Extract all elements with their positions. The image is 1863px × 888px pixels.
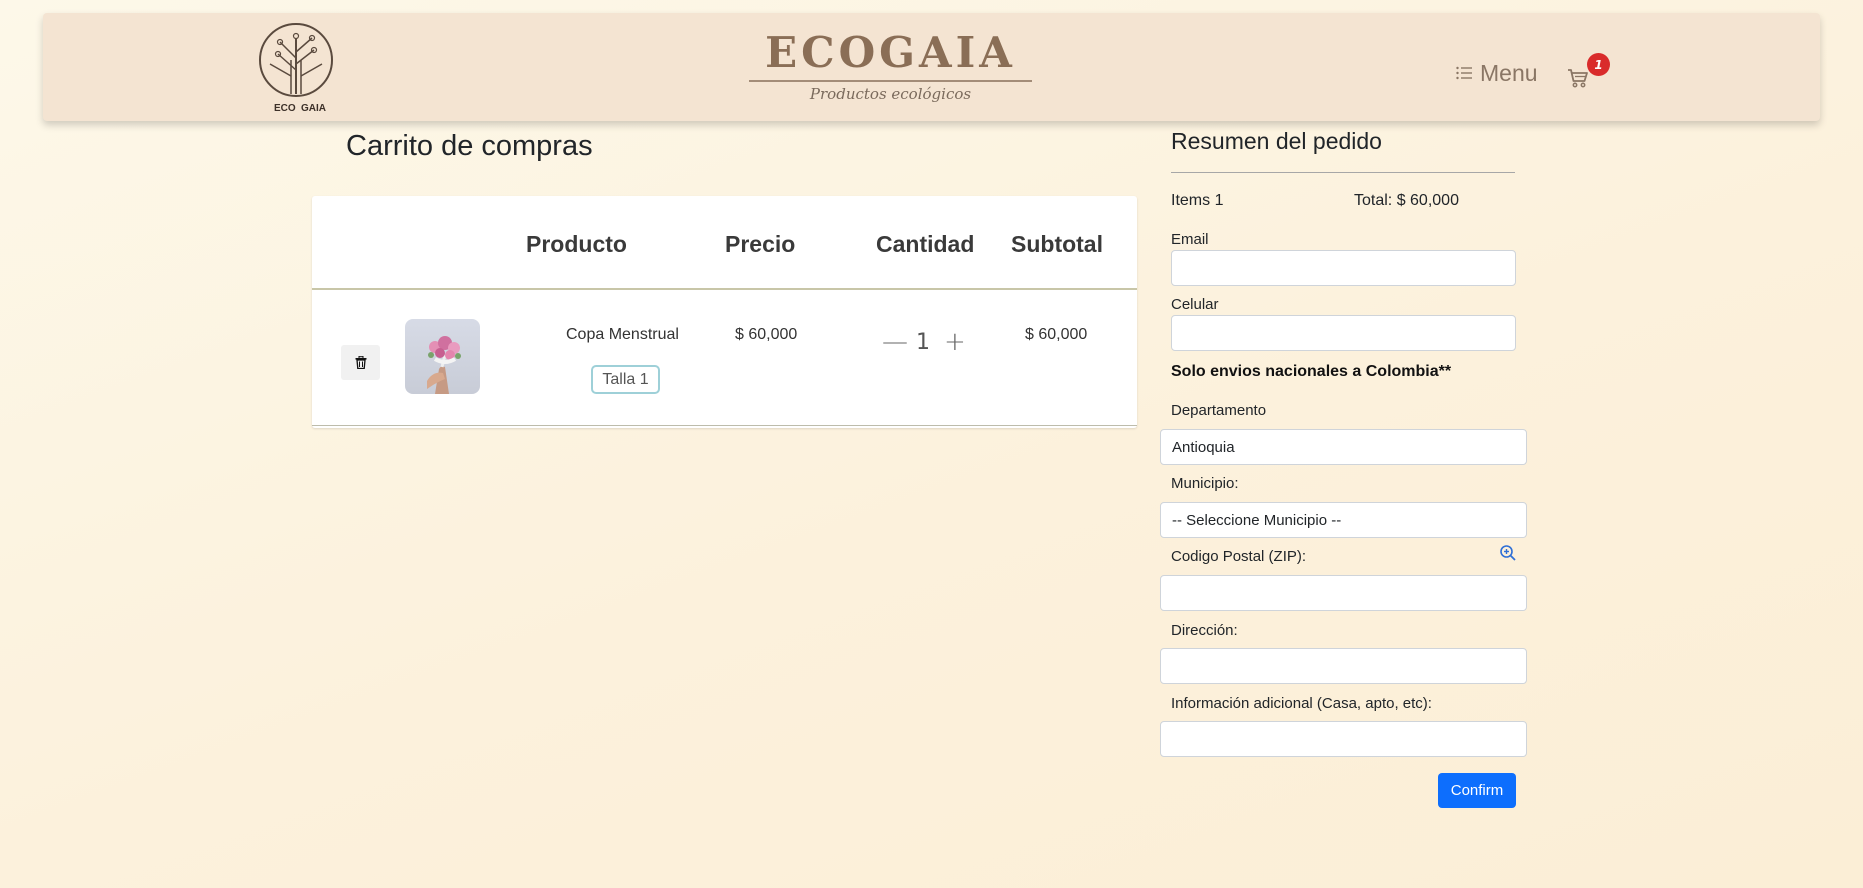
department-select[interactable]: Antioquia: [1160, 429, 1527, 465]
summary-divider: [1171, 172, 1515, 173]
tree-logo-icon: ECO GAIA: [259, 23, 333, 114]
zoom-in-icon[interactable]: [1499, 544, 1517, 562]
remove-item-button[interactable]: [341, 345, 380, 380]
menu-label: Menu: [1480, 59, 1538, 86]
cart-count-badge: 1: [1587, 53, 1610, 76]
logo-text-eco: ECO: [274, 103, 296, 114]
quantity-value: 1: [916, 329, 930, 355]
cart-icon: [1568, 69, 1588, 88]
product-price: $ 60,000: [735, 326, 798, 343]
table-row: Copa Menstrual Talla 1 $ 60,000 — 1 + $ …: [312, 292, 1137, 426]
confirm-button[interactable]: Confirm: [1438, 773, 1516, 808]
items-count: Items 1: [1171, 192, 1224, 209]
address-label: Dirección:: [1171, 622, 1238, 639]
trash-icon: [355, 356, 366, 369]
cart-table-header: Producto Precio Cantidad Subtotal: [312, 196, 1137, 290]
site-header: ECO GAIA ECOGAIA Productos ecológicos Me…: [43, 13, 1820, 121]
column-header-product: Producto: [526, 231, 627, 257]
address-field[interactable]: [1160, 648, 1527, 684]
ecogaia-logo[interactable]: ECO GAIA: [256, 20, 336, 114]
municipality-label: Municipio:: [1171, 475, 1239, 492]
column-header-price: Precio: [725, 231, 796, 257]
product-subtotal: $ 60,000: [1025, 326, 1088, 343]
department-label: Departamento: [1171, 402, 1267, 419]
product-image: [427, 336, 461, 394]
order-total: Total: $ 60,000: [1354, 192, 1459, 209]
municipality-select[interactable]: -- Seleccione Municipio --: [1160, 502, 1527, 538]
page-title: Carrito de compras: [346, 130, 593, 162]
order-summary: Resumen del pedido: [1171, 128, 1515, 173]
product-thumbnail[interactable]: [405, 319, 480, 394]
list-icon: [1456, 66, 1472, 80]
extra-info-field[interactable]: [1160, 721, 1527, 757]
brand-block[interactable]: ECOGAIA Productos ecológicos: [749, 27, 1032, 103]
email-field[interactable]: [1171, 250, 1516, 286]
phone-label: Celular: [1171, 296, 1219, 313]
size-badge: Talla 1: [591, 365, 660, 394]
increment-button[interactable]: +: [944, 327, 966, 357]
summary-title: Resumen del pedido: [1171, 128, 1382, 154]
cart-button[interactable]: 1: [1562, 53, 1610, 95]
brand-divider: [749, 80, 1032, 82]
quantity-stepper: — 1 +: [882, 327, 966, 357]
email-label: Email: [1171, 231, 1209, 248]
zip-label: Codigo Postal (ZIP):: [1171, 548, 1307, 565]
column-header-subtotal: Subtotal: [1011, 231, 1103, 257]
brand-title: ECOGAIA: [765, 28, 1016, 77]
product-name[interactable]: Copa Menstrual: [566, 326, 679, 344]
logo-text-gaia: GAIA: [301, 103, 326, 114]
column-header-quantity: Cantidad: [876, 231, 975, 257]
brand-subtitle: Productos ecológicos: [809, 85, 972, 103]
decrement-button[interactable]: —: [882, 327, 908, 357]
shipping-note: Solo envios nacionales a Colombia**: [1171, 363, 1452, 380]
cart-table: Producto Precio Cantidad Subtotal Copa M…: [312, 196, 1137, 428]
zip-field[interactable]: [1160, 575, 1527, 611]
extra-info-label: Información adicional (Casa, apto, etc):: [1171, 695, 1432, 712]
menu-button[interactable]: Menu: [1456, 53, 1538, 93]
phone-field[interactable]: [1171, 315, 1516, 351]
